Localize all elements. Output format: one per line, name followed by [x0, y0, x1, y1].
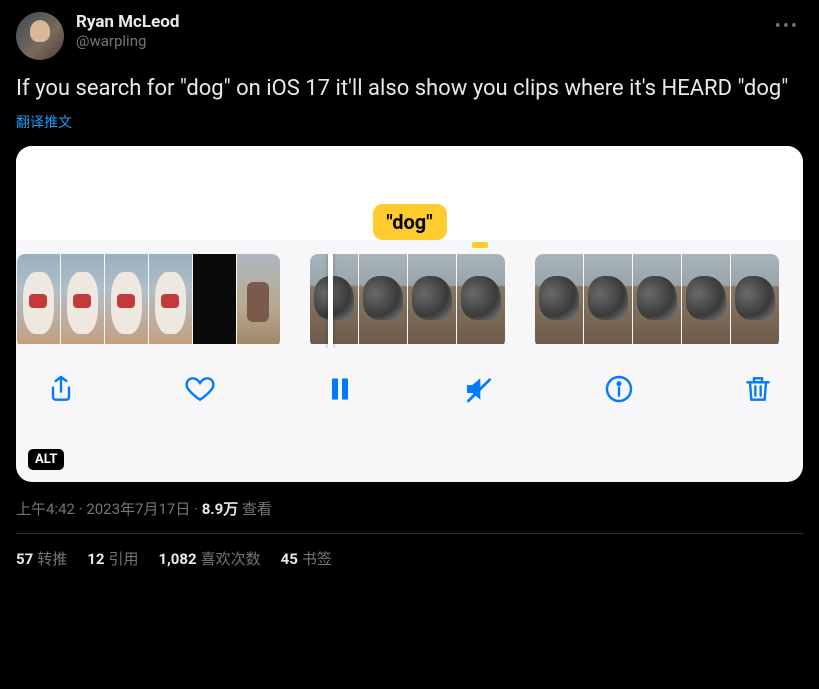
tweet-meta: 上午4:42 · 2023年7月17日 · 8.9万 查看: [16, 498, 803, 519]
bookmarks-stat[interactable]: 45书签: [281, 548, 332, 569]
timeline-frame: [193, 254, 236, 344]
retweets-count: 57: [16, 550, 33, 568]
retweets-label: 转推: [37, 550, 67, 568]
bookmarks-label: 书签: [302, 550, 332, 568]
quotes-count: 12: [87, 550, 104, 568]
playhead[interactable]: [328, 254, 333, 348]
retweets-stat[interactable]: 57转推: [16, 548, 67, 569]
author-handle: @warpling: [76, 32, 771, 50]
author-block[interactable]: Ryan McLeod @warpling: [76, 12, 771, 50]
timeline-frame: [237, 254, 280, 344]
likes-stat[interactable]: 1,082 喜欢次数: [158, 548, 260, 569]
timeline-frame: [535, 254, 583, 344]
divider: [16, 533, 803, 534]
tweet-header: Ryan McLeod @warpling •••: [16, 12, 803, 60]
caption-pill: "dog": [372, 204, 446, 240]
more-icon[interactable]: •••: [771, 12, 803, 41]
timeline-frame: [731, 254, 779, 344]
media-header-area: "dog": [16, 146, 803, 240]
avatar[interactable]: [16, 12, 64, 60]
share-icon[interactable]: [44, 372, 78, 406]
clip-group[interactable]: [310, 254, 505, 348]
translate-link[interactable]: 翻译推文: [16, 112, 72, 132]
timeline-frame: [633, 254, 681, 344]
heart-icon[interactable]: [183, 372, 217, 406]
timeline-frame: [584, 254, 632, 344]
media-card[interactable]: "dog": [16, 146, 803, 482]
clip-group[interactable]: [535, 254, 779, 348]
mute-icon[interactable]: [462, 372, 496, 406]
quotes-label: 引用: [108, 550, 138, 568]
timeline-frame: [17, 254, 60, 344]
tweet-stats: 57转推 12引用 1,082 喜欢次数 45书签: [16, 548, 803, 569]
views-label: 查看: [242, 500, 272, 518]
info-icon[interactable]: [602, 372, 636, 406]
quotes-stat[interactable]: 12引用: [87, 548, 138, 569]
timeline-frame: [105, 254, 148, 344]
tweet-container: Ryan McLeod @warpling ••• If you search …: [0, 0, 819, 581]
likes-count: 1,082: [158, 550, 196, 568]
video-timeline[interactable]: [16, 240, 803, 348]
tweet-text: If you search for "dog" on iOS 17 it'll …: [16, 74, 803, 104]
timeline-frame: [457, 254, 505, 344]
media-toolbar: [16, 348, 803, 430]
timeline-frame: [310, 254, 358, 344]
timeline-frame: [149, 254, 192, 344]
timeline-frame: [359, 254, 407, 344]
timeline-frame: [408, 254, 456, 344]
clip-group[interactable]: [17, 254, 280, 348]
timeline-frame: [61, 254, 104, 344]
likes-label: 喜欢次数: [201, 550, 261, 568]
tweet-date[interactable]: 2023年7月17日: [86, 500, 190, 518]
timeline-frame: [682, 254, 730, 344]
trash-icon[interactable]: [741, 372, 775, 406]
author-display-name: Ryan McLeod: [76, 12, 771, 32]
tweet-time[interactable]: 上午4:42: [16, 500, 75, 518]
scrub-marker: [472, 242, 488, 248]
bookmarks-count: 45: [281, 550, 298, 568]
pause-icon[interactable]: [323, 372, 357, 406]
views-count[interactable]: 8.9万: [202, 500, 239, 518]
alt-badge[interactable]: ALT: [28, 449, 64, 470]
